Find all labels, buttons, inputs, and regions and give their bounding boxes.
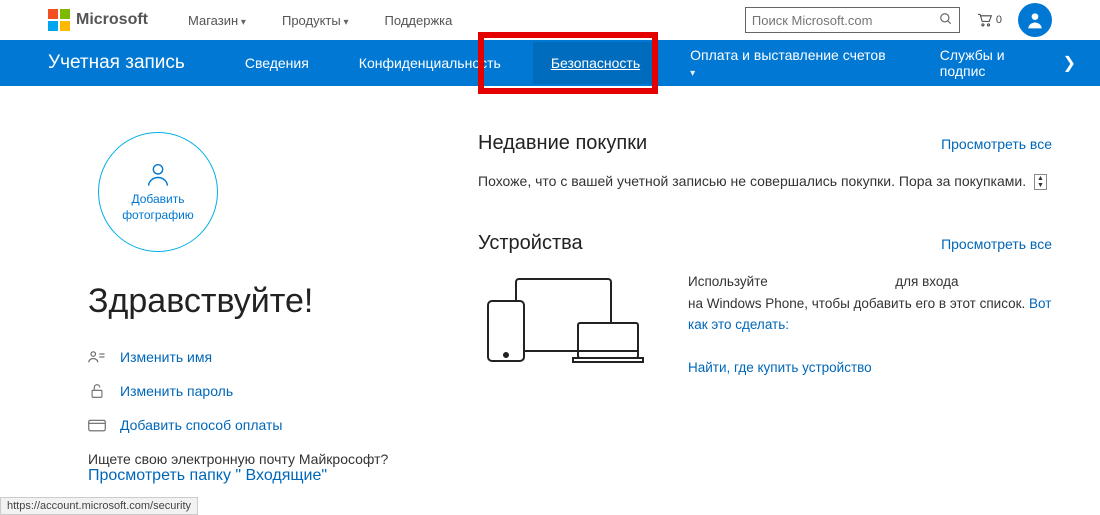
top-header: Microsoft Магазин Продукты Поддержка 0 xyxy=(0,0,1100,40)
action-change-password: Изменить пароль xyxy=(88,383,408,399)
action-change-name: Изменить имя xyxy=(88,349,408,365)
devices-view-all[interactable]: Просмотреть все xyxy=(941,236,1052,252)
nav-products[interactable]: Продукты xyxy=(282,13,349,28)
top-right: 0 xyxy=(745,3,1052,37)
spinner-icon[interactable]: ▲▼ xyxy=(1034,174,1047,190)
status-bar: https://account.microsoft.com/security xyxy=(0,497,198,515)
devices-buy-link[interactable]: Найти, где купить устройство xyxy=(688,360,872,375)
account-title: Учетная запись xyxy=(48,52,185,74)
add-photo-button[interactable]: Добавить фотографию xyxy=(98,132,218,252)
person-outline-icon xyxy=(144,160,172,188)
blue-nav: Сведения Конфиденциальность Безопасность… xyxy=(245,47,1052,79)
microsoft-logo[interactable]: Microsoft xyxy=(48,9,148,31)
profile-column: Добавить фотографию Здравствуйте! Измени… xyxy=(88,132,408,485)
add-photo-text: Добавить фотографию xyxy=(122,192,194,223)
logo-squares-icon xyxy=(48,9,70,31)
purchases-body: Похоже, что с вашей учетной записью не с… xyxy=(478,171,1052,192)
top-nav: Магазин Продукты Поддержка xyxy=(188,13,452,28)
cart-count: 0 xyxy=(996,14,1002,26)
tab-security[interactable]: Безопасность xyxy=(551,55,640,71)
purchases-section: Недавние покупки Просмотреть все Похоже,… xyxy=(478,132,1052,192)
change-name-link[interactable]: Изменить имя xyxy=(120,349,212,365)
email-prompt: Ищете свою электронную почту Майкрософт? xyxy=(88,451,408,467)
tab-billing[interactable]: Оплата и выставление счетов xyxy=(690,47,890,79)
right-column: Недавние покупки Просмотреть все Похоже,… xyxy=(408,132,1052,485)
greeting-heading: Здравствуйте! xyxy=(88,282,408,321)
add-payment-link[interactable]: Добавить способ оплаты xyxy=(120,417,282,433)
person-edit-icon xyxy=(88,350,106,364)
card-icon xyxy=(88,419,106,432)
tab-services[interactable]: Службы и подпис xyxy=(940,47,1052,79)
devices-title: Устройства xyxy=(478,232,583,255)
nav-store[interactable]: Магазин xyxy=(188,13,246,28)
chevron-right-icon[interactable]: ❯ xyxy=(1063,53,1076,73)
main-content: Добавить фотографию Здравствуйте! Измени… xyxy=(0,86,1100,485)
tab-privacy[interactable]: Конфиденциальность xyxy=(359,55,501,71)
purchases-view-all[interactable]: Просмотреть все xyxy=(941,136,1052,152)
devices-section: Устройства Просмотреть все Используйте xyxy=(478,232,1052,379)
inbox-link[interactable]: Просмотреть папку " Входящие" xyxy=(88,467,327,484)
cart-icon xyxy=(976,13,994,27)
action-add-payment: Добавить способ оплаты xyxy=(88,417,408,433)
search-box[interactable] xyxy=(745,7,960,33)
purchases-title: Недавние покупки xyxy=(478,132,647,155)
tab-info[interactable]: Сведения xyxy=(245,55,309,71)
logo-text: Microsoft xyxy=(76,11,148,29)
lock-icon xyxy=(88,383,106,399)
avatar[interactable] xyxy=(1018,3,1052,37)
account-nav-bar: Учетная запись Сведения Конфиденциальнос… xyxy=(0,40,1100,86)
cart-button[interactable]: 0 xyxy=(976,13,1002,27)
change-password-link[interactable]: Изменить пароль xyxy=(120,383,233,399)
nav-support[interactable]: Поддержка xyxy=(385,13,453,28)
person-icon xyxy=(1025,10,1045,30)
devices-text: Используйте для входа на Windows Phone, … xyxy=(688,271,1052,379)
search-input[interactable] xyxy=(752,13,939,28)
devices-illustration-icon xyxy=(478,271,648,371)
search-icon[interactable] xyxy=(939,12,953,29)
